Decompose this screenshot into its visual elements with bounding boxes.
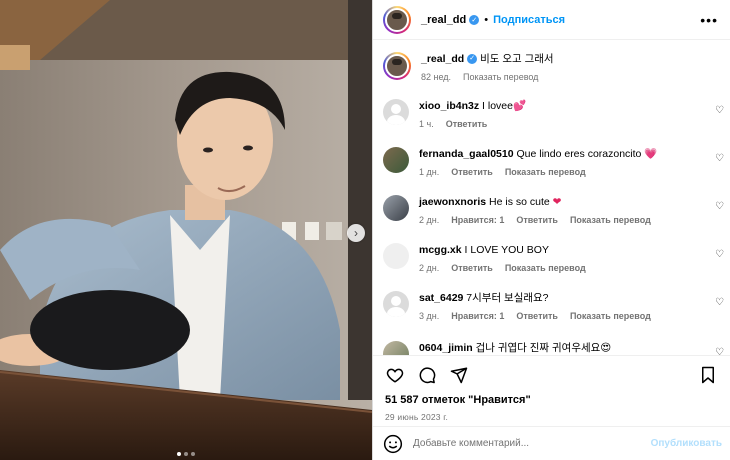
publish-button[interactable]: Опубликовать: [651, 438, 722, 449]
comment-text: He is so cute: [489, 196, 550, 208]
comment-icon[interactable]: [417, 365, 437, 385]
commenter-username[interactable]: sat_6429: [419, 292, 463, 304]
author-avatar[interactable]: [383, 5, 411, 34]
comment-item: jaewonxnoris He is so cute ❤ 2 дн. Нравит…: [373, 195, 730, 225]
comment-item: fernanda_gaal0510 Que lindo eres corazon…: [373, 147, 730, 177]
like-comment-heart-icon[interactable]: ♡: [715, 105, 724, 116]
add-comment-bar: Опубликовать: [373, 426, 730, 460]
reply-button[interactable]: Ответить: [516, 215, 558, 225]
post-sidebar: _real_dd ✓ • Подписаться ••• _real_dd ✓ 비…: [372, 0, 730, 460]
comment-time: 3 дн.: [419, 311, 440, 321]
commenter-username[interactable]: mcgg.xk: [419, 244, 462, 256]
follow-button[interactable]: Подписаться: [493, 14, 565, 26]
carousel-dot: [191, 452, 195, 456]
like-comment-heart-icon[interactable]: ♡: [715, 153, 724, 164]
like-comment-heart-icon[interactable]: ♡: [715, 201, 724, 212]
comment-time: 2 дн.: [419, 263, 440, 273]
bookmark-icon[interactable]: [698, 365, 718, 385]
caption-text: _real_dd ✓ 비도 오고 그래서: [421, 52, 580, 66]
share-icon[interactable]: [449, 365, 469, 385]
chevron-right-icon: ›: [354, 226, 358, 240]
comment-time: 2 дн.: [419, 215, 440, 225]
reply-button[interactable]: Ответить: [451, 167, 493, 177]
comment-emoji: ❤: [552, 196, 562, 208]
commenter-username[interactable]: xioo_ib4n3z: [419, 100, 479, 112]
commenter-avatar[interactable]: [383, 341, 409, 355]
emoji-icon[interactable]: [383, 434, 403, 454]
carousel-indicator: [0, 452, 372, 456]
post-date: 29 июнь 2023 г.: [385, 412, 449, 422]
comments-list[interactable]: _real_dd ✓ 비도 오고 그래서 82 нед. Показать пере…: [373, 41, 730, 355]
comment-time: 1 ч.: [419, 119, 434, 129]
carousel-next-button[interactable]: ›: [347, 224, 365, 242]
reply-button[interactable]: Ответить: [446, 119, 488, 129]
caption-body: 비도 오고 그래서: [480, 53, 554, 65]
like-comment-heart-icon[interactable]: ♡: [715, 297, 724, 308]
comment-item: mcgg.xk I LOVE YOU BOY 2 дн. Ответить Пока…: [373, 243, 730, 273]
commenter-avatar[interactable]: [383, 99, 409, 125]
comment-text: I LOVE YOU BOY: [464, 244, 549, 256]
comment-text: I lovee: [482, 100, 513, 112]
show-translation-link[interactable]: Показать перевод: [570, 311, 651, 321]
verified-badge-icon: ✓: [469, 14, 480, 25]
reply-button[interactable]: Ответить: [516, 311, 558, 321]
comment-emoji: 💗: [644, 148, 658, 160]
likes-count[interactable]: 51 587 отметок "Нравится": [373, 394, 730, 406]
commenter-avatar[interactable]: [383, 195, 409, 221]
show-translation-link[interactable]: Показать перевод: [570, 215, 651, 225]
post-photo: ›: [0, 0, 372, 460]
commenter-username[interactable]: 0604_jimin: [419, 342, 473, 354]
caption-username[interactable]: _real_dd: [421, 53, 464, 65]
like-comment-heart-icon[interactable]: ♡: [715, 347, 724, 355]
caption-age: 82 нед.: [421, 72, 452, 82]
comment-input[interactable]: [413, 438, 633, 449]
like-comment-heart-icon[interactable]: ♡: [715, 249, 724, 260]
comment-item: sat_6429 7시부터 보실래요? 3 дн. Нравится: 1 Отве…: [373, 291, 730, 321]
comment-emoji: 😍: [600, 342, 612, 354]
comment-item: 0604_jimin 겁나 귀엽다 진짜 귀여우세요😍 ♡: [373, 341, 730, 355]
show-translation-link[interactable]: Показать перевод: [505, 263, 586, 273]
carousel-dot: [184, 452, 188, 456]
verified-badge-icon: ✓: [467, 54, 478, 65]
show-translation-link[interactable]: Показать перевод: [505, 167, 586, 177]
comment-likes-count[interactable]: Нравится: 1: [451, 311, 504, 321]
instagram-post-modal: › _real_dd ✓ • Подписаться ••• _real_dd ✓…: [0, 0, 730, 460]
action-bar: [373, 356, 730, 394]
caption: _real_dd ✓ 비도 오고 그래서 82 нед. Показать пере…: [373, 52, 580, 82]
separator-dot: •: [484, 13, 489, 26]
carousel-dot: [177, 452, 181, 456]
comment-item: xioo_ib4n3z I lovee💕 1 ч. Ответить ♡: [373, 99, 730, 129]
post-header: _real_dd ✓ • Подписаться •••: [373, 0, 730, 40]
commenter-avatar[interactable]: [383, 243, 409, 269]
show-translation-link[interactable]: Показать перевод: [463, 72, 538, 82]
comment-text: 겁나 귀엽다 진짜 귀여우세요: [475, 342, 601, 354]
author-username[interactable]: _real_dd: [421, 14, 466, 26]
commenter-username[interactable]: fernanda_gaal0510: [419, 148, 514, 160]
comment-text: 7시부터 보실래요?: [466, 292, 549, 304]
comment-text: Que lindo eres corazoncito: [516, 148, 642, 160]
comment-time: 1 дн.: [419, 167, 440, 177]
commenter-avatar[interactable]: [383, 147, 409, 173]
comment-likes-count[interactable]: Нравится: 1: [451, 215, 504, 225]
heart-icon[interactable]: [385, 365, 405, 385]
photo-illustration: [0, 0, 372, 460]
post-actions-section: 51 587 отметок "Нравится" 29 июнь 2023 г…: [373, 355, 730, 460]
reply-button[interactable]: Ответить: [451, 263, 493, 273]
comment-emoji: 💕: [512, 100, 527, 112]
caption-avatar[interactable]: [383, 52, 411, 80]
more-options-icon[interactable]: •••: [700, 12, 718, 28]
commenter-avatar[interactable]: [383, 291, 409, 317]
commenter-username[interactable]: jaewonxnoris: [419, 196, 486, 208]
